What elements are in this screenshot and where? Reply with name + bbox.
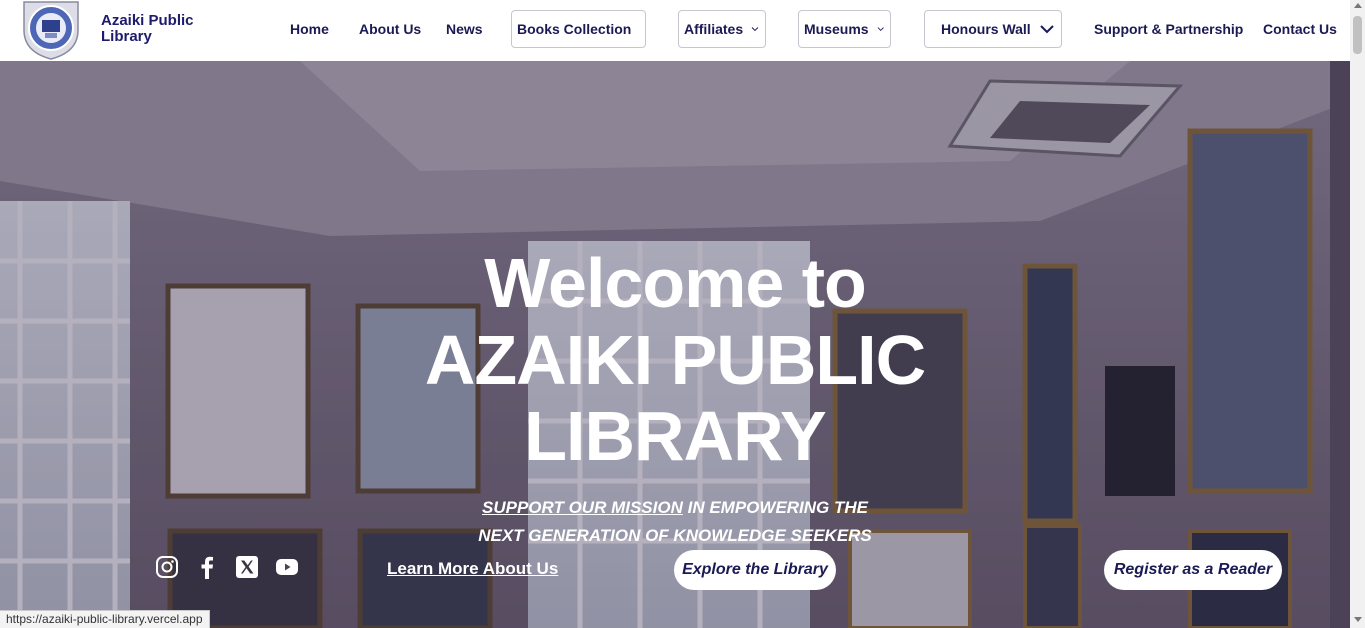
site-header: Azaiki Public Library Home About Us News… xyxy=(0,0,1350,61)
hero-title-line3: LIBRARY xyxy=(524,397,827,475)
nav-books-collection[interactable]: Books Collection xyxy=(511,10,646,48)
nav-news[interactable]: News xyxy=(446,21,483,37)
nav-books-label: Books Collection xyxy=(517,21,632,37)
facebook-icon[interactable] xyxy=(195,555,219,579)
nav-contact[interactable]: Contact Us xyxy=(1263,21,1337,37)
support-mission-link[interactable]: SUPPORT OUR MISSION xyxy=(482,498,683,517)
nav-affiliates[interactable]: Affiliates xyxy=(678,10,766,48)
social-links xyxy=(155,555,299,579)
hero-mission-text: SUPPORT OUR MISSION IN EMPOWERING THE NE… xyxy=(0,494,1350,550)
scroll-down-arrow-icon[interactable] xyxy=(1354,617,1362,622)
chevron-down-icon xyxy=(751,27,759,32)
hero-title-line1: Welcome to xyxy=(484,244,867,322)
nav-honours-label: Honours Wall xyxy=(941,21,1031,37)
nav-museums-label: Museums xyxy=(804,21,869,37)
explore-library-button[interactable]: Explore the Library xyxy=(674,550,836,590)
hero-section: Welcome to AZAIKI PUBLIC LIBRARY SUPPORT… xyxy=(0,61,1350,628)
mission-rest: IN EMPOWERING THE xyxy=(687,498,869,517)
scroll-thumb[interactable] xyxy=(1353,16,1362,54)
library-logo[interactable] xyxy=(18,0,84,60)
youtube-icon[interactable] xyxy=(275,555,299,579)
nav-honours-wall[interactable]: Honours Wall xyxy=(924,10,1062,48)
chevron-down-icon xyxy=(1039,25,1054,34)
scroll-up-arrow-icon[interactable] xyxy=(1354,3,1362,8)
hero-title-line2: AZAIKI PUBLIC xyxy=(424,321,926,399)
brand-name[interactable]: Azaiki Public Library xyxy=(101,13,221,45)
register-reader-button[interactable]: Register as a Reader xyxy=(1104,550,1282,590)
mission-line-1: SUPPORT OUR MISSION IN EMPOWERING THE xyxy=(0,494,1350,522)
status-url-bar: https://azaiki-public-library.vercel.app xyxy=(0,610,210,628)
learn-more-link[interactable]: Learn More About Us xyxy=(387,559,558,579)
chevron-down-icon xyxy=(877,27,884,32)
instagram-icon[interactable] xyxy=(155,555,179,579)
nav-about[interactable]: About Us xyxy=(359,21,421,37)
nav-museums[interactable]: Museums xyxy=(798,10,891,48)
mission-line-2: NEXT GENERATION OF KNOWLEDGE SEEKERS xyxy=(478,526,872,545)
nav-support-partnership[interactable]: Support & Partnership xyxy=(1094,21,1243,37)
nav-affiliates-label: Affiliates xyxy=(684,21,744,37)
nav-home[interactable]: Home xyxy=(290,21,329,37)
page-scrollbar[interactable] xyxy=(1350,0,1365,628)
x-icon[interactable] xyxy=(235,555,259,579)
